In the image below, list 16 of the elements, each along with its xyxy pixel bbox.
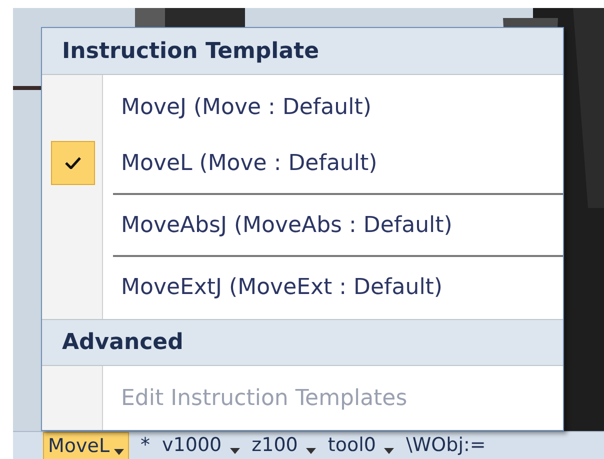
argument-text[interactable]: * (140, 432, 150, 458)
menu-item[interactable]: MoveExtJ (MoveExt : Default) (121, 270, 443, 304)
caret-icon (384, 448, 394, 454)
argument-text[interactable]: v1000 (162, 432, 222, 458)
caret-icon (306, 448, 316, 454)
menu-item[interactable]: MoveJ (Move : Default) (121, 90, 372, 124)
argument-text[interactable]: z100 (252, 432, 298, 458)
argument-text[interactable]: tool0 (328, 432, 376, 458)
section-header: Instruction Template (62, 38, 320, 66)
instruction-dropdown[interactable]: MoveL (43, 432, 129, 459)
caret-icon (114, 449, 124, 455)
argument-text[interactable]: \WObj:= (406, 432, 486, 458)
caret-icon (230, 448, 240, 454)
section-header: Advanced (62, 329, 184, 357)
menu-item[interactable]: MoveL (Move : Default) (121, 146, 378, 180)
menu-item[interactable]: MoveAbsJ (MoveAbs : Default) (121, 208, 452, 242)
